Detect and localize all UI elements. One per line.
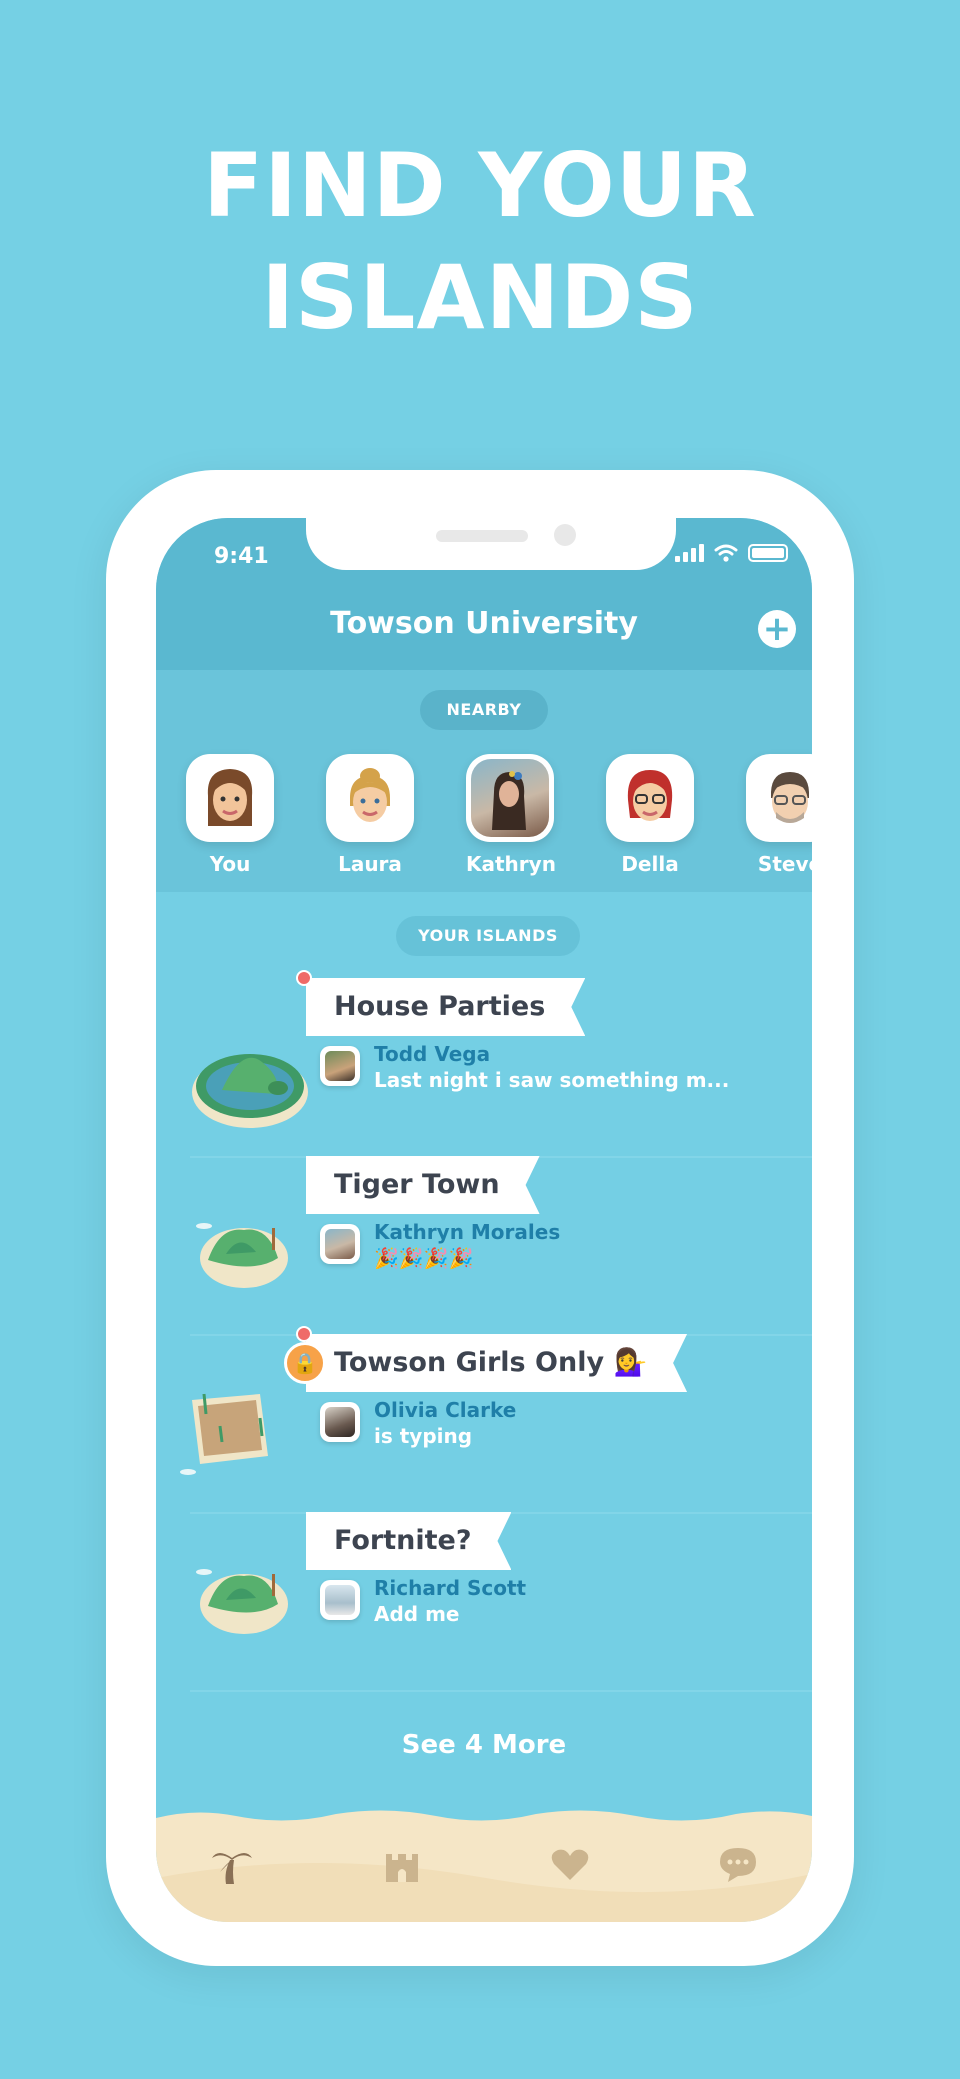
nearby-section: NEARBY You Laura Kathryn Della Stev [156, 670, 812, 892]
headline: FIND YOUR ISLANDS [0, 130, 960, 354]
heart-icon[interactable] [548, 1842, 592, 1886]
chat-bubble-icon[interactable] [716, 1842, 760, 1886]
avatar [326, 754, 414, 842]
phone-screen: 9:41 Towson University + NEARBY You Laur… [156, 518, 812, 1922]
phone-notch [306, 518, 676, 570]
nearby-label: NEARBY [420, 690, 548, 730]
message-text: 🎉🎉🎉🎉 [374, 1246, 474, 1270]
avatar-name: Laura [338, 852, 402, 876]
island-row-fortnite[interactable]: Fortnite? Richard Scott Add me [190, 1512, 812, 1692]
message-author: Kathryn Morales [374, 1220, 561, 1244]
message-author: Olivia Clarke [374, 1398, 517, 1422]
wifi-icon [714, 544, 738, 562]
island-row-tiger-town[interactable]: Tiger Town Kathryn Morales 🎉🎉🎉🎉 [190, 1156, 812, 1336]
tab-bar [156, 1808, 812, 1922]
message-text: Add me [374, 1602, 460, 1626]
plus-circle-icon: + [762, 609, 792, 649]
message-text: is typing [374, 1424, 473, 1448]
sand-background [156, 1810, 812, 1922]
island-name-flag: Fortnite? [306, 1512, 511, 1570]
your-islands-label: YOUR ISLANDS [396, 916, 580, 956]
castle-icon[interactable] [380, 1842, 424, 1886]
avatar [466, 754, 554, 842]
unread-dot [296, 970, 312, 986]
phone-frame: 9:41 Towson University + NEARBY You Laur… [106, 470, 854, 1966]
last-message: Richard Scott Add me [320, 1576, 526, 1626]
nearby-person-laura[interactable]: Laura [326, 754, 414, 876]
headline-line-2: ISLANDS [261, 246, 699, 349]
divider [190, 1690, 812, 1692]
message-author: Richard Scott [374, 1576, 527, 1600]
unread-dot [296, 1326, 312, 1342]
battery-icon [748, 544, 788, 562]
speaker [436, 530, 528, 542]
island-row-towson-girls-only[interactable]: Towson Girls Only 💁‍♀️ 🔒 Olivia Clarke i… [180, 1326, 812, 1514]
status-icons [675, 544, 788, 562]
avatar [320, 1224, 360, 1264]
last-message: Todd Vega Last night i saw something m..… [320, 1042, 730, 1092]
nearby-person-della[interactable]: Della [606, 754, 694, 876]
last-message: Kathryn Morales 🎉🎉🎉🎉 [320, 1220, 560, 1270]
avatar-name: Della [621, 852, 679, 876]
avatar-name: You [209, 852, 251, 876]
desert-island-icon [180, 1393, 268, 1475]
see-more-button[interactable]: See 4 More [156, 1730, 812, 1760]
status-time: 9:41 [214, 544, 269, 569]
avatar [746, 754, 812, 842]
avatar [186, 754, 274, 842]
nearby-person-steve[interactable]: Steve [746, 754, 812, 876]
camera [554, 524, 576, 546]
message-author: Todd Vega [374, 1042, 491, 1066]
palm-tree-icon[interactable] [210, 1842, 254, 1886]
avatar-name: Kathryn [466, 852, 556, 876]
island-name-flag: House Parties [306, 978, 585, 1036]
add-island-button[interactable]: + [758, 610, 796, 648]
hill-island-icon [196, 1569, 288, 1634]
avatar [320, 1402, 360, 1442]
avatar [606, 754, 694, 842]
nearby-person-kathryn[interactable]: Kathryn [466, 754, 556, 876]
page-title: Towson University [330, 606, 638, 641]
avatar-name: Steve [757, 852, 812, 876]
signal-icon [675, 544, 704, 562]
island-name-flag: Tiger Town [306, 1156, 540, 1214]
avatar [320, 1046, 360, 1086]
headline-line-1: FIND YOUR [203, 134, 757, 237]
island-name-flag: Towson Girls Only 💁‍♀️ [306, 1334, 687, 1392]
hill-island-icon [196, 1223, 288, 1288]
avatar [320, 1580, 360, 1620]
lake-island-icon [192, 1054, 308, 1128]
island-row-house-parties[interactable]: House Parties Todd Vega Last night i saw… [190, 970, 812, 1158]
nearby-avatar-list: You Laura Kathryn Della Stev [186, 754, 812, 876]
nearby-person-you[interactable]: You [186, 754, 274, 876]
message-text: Last night i saw something m... [374, 1068, 730, 1092]
last-message: Olivia Clarke is typing [320, 1398, 516, 1448]
lock-icon: 🔒 [284, 1342, 326, 1384]
